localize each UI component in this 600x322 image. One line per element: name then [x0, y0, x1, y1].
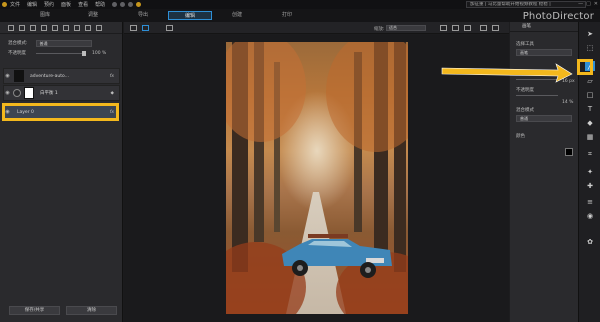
layer-mask-thumbnail: [14, 70, 24, 82]
brush-blend-dropdown[interactable]: 普通: [516, 115, 572, 122]
adjust-layer-icon[interactable]: [41, 24, 47, 31]
opacity-row: 不透明度 100 %: [0, 48, 122, 58]
panel-title: 画笔: [510, 22, 578, 32]
menu-file[interactable]: 文件: [10, 1, 20, 8]
zoom-dropdown[interactable]: 适合: [386, 25, 426, 31]
brush-opacity-slider[interactable]: [516, 95, 558, 96]
blend-mode-label: 混合模式:: [8, 41, 28, 46]
single-view-icon[interactable]: [142, 25, 149, 31]
crop-icon[interactable]: ⌗: [586, 150, 594, 158]
grid-icon[interactable]: [166, 25, 173, 31]
tab-edit[interactable]: 编辑: [168, 11, 212, 20]
blend-label: 混合模式: [516, 108, 534, 113]
app-logo-icon: [2, 2, 7, 7]
layer-row[interactable]: ◉ 白平衡 1 ◆: [3, 85, 120, 101]
settings-icon[interactable]: ✿: [586, 238, 594, 246]
duplicate-layer-icon[interactable]: [19, 24, 25, 31]
foliage: [326, 42, 408, 152]
color-label: 颜色: [516, 134, 525, 139]
layer-options-icon[interactable]: [85, 24, 91, 31]
adjust-settings-icon[interactable]: ◆: [111, 91, 114, 96]
text-icon[interactable]: T: [586, 105, 594, 113]
zoom-icon[interactable]: [480, 25, 487, 31]
close-icon[interactable]: ✕: [594, 1, 598, 7]
minimize-icon[interactable]: —: [578, 1, 583, 7]
select-tool-label: 选择工具: [516, 42, 534, 47]
flip-icon[interactable]: [464, 25, 471, 31]
canvas-toolbar: 缩放: 适合: [124, 22, 509, 34]
compare-icon[interactable]: [130, 25, 137, 31]
adjustment-icon: [13, 89, 21, 97]
maximize-icon[interactable]: □: [586, 1, 591, 7]
layers-toolbar: [0, 22, 122, 34]
lock-layer-icon[interactable]: [74, 24, 80, 31]
color-swatch[interactable]: [565, 148, 573, 156]
red-eye-icon[interactable]: ◉: [586, 212, 594, 220]
menu-panel[interactable]: 面板: [61, 1, 71, 8]
window-controls: — □ ✕: [578, 1, 598, 7]
layer-mask-icon[interactable]: [30, 24, 36, 31]
fill-icon[interactable]: ◆: [586, 119, 594, 127]
tab-library[interactable]: 图库: [30, 11, 60, 20]
gradient-icon[interactable]: ▦: [586, 133, 594, 141]
blend-mode-dropdown[interactable]: 普通: [35, 39, 92, 47]
foliage: [226, 42, 306, 142]
tab-adjust[interactable]: 调整: [78, 11, 108, 20]
tab-guided[interactable]: 导出: [128, 11, 158, 20]
zoom-label: 缩放:: [374, 27, 385, 32]
brand-title: PhotoDirector: [522, 11, 594, 22]
layer-mask-thumbnail: [24, 87, 34, 99]
layer-name: adventure-auto...: [30, 73, 69, 79]
clear-button[interactable]: 清除: [66, 306, 117, 315]
brush-opacity-value: 14 %: [562, 100, 574, 105]
home-icon[interactable]: [112, 2, 118, 7]
annotation-arrow-icon: [441, 63, 573, 83]
photo-canvas[interactable]: [226, 42, 408, 314]
tab-print[interactable]: 打印: [272, 11, 302, 20]
heal-icon[interactable]: ✚: [586, 182, 594, 190]
layer-highlight-box: [2, 103, 119, 121]
blend-mode-row: 混合模式: 普通: [0, 38, 122, 48]
delete-layer-icon[interactable]: [96, 24, 102, 31]
new-layer-icon[interactable]: [8, 24, 14, 31]
blue-car: [282, 234, 392, 278]
cursor-icon[interactable]: ➤: [586, 30, 594, 38]
tab-create[interactable]: 创建: [222, 11, 252, 20]
undo-icon[interactable]: [120, 2, 126, 7]
notice-banner[interactable]: 加征重 | 马比量帮助开始视频教程 稳稳 |: [466, 1, 586, 8]
layers-panel: 混合模式: 普通 不透明度 100 %: [0, 22, 123, 322]
menu-help[interactable]: 帮助: [95, 1, 105, 8]
eye-icon[interactable]: ◉: [4, 90, 11, 96]
rotate-left-icon[interactable]: [440, 25, 447, 31]
eraser-icon[interactable]: ▱: [586, 77, 594, 85]
select-icon[interactable]: ⬚: [586, 44, 594, 52]
group-layer-icon[interactable]: [52, 24, 58, 31]
crop-rect-icon[interactable]: □: [586, 91, 594, 99]
rotate-right-icon[interactable]: [452, 25, 459, 31]
upgrade-icon[interactable]: [136, 2, 142, 7]
menu-edit[interactable]: 编辑: [27, 1, 37, 8]
fx-icon[interactable]: fx: [110, 74, 114, 79]
redo-icon[interactable]: [128, 2, 134, 7]
layer-row[interactable]: ◉ adventure-auto... fx: [3, 68, 242, 123]
eye-icon[interactable]: ◉: [4, 73, 11, 79]
opacity-slider-knob[interactable]: [82, 50, 86, 56]
save-share-button[interactable]: 保存/共享: [9, 306, 60, 315]
menu-preset[interactable]: 预约: [44, 1, 54, 8]
layer-name: 白平衡 1: [40, 91, 58, 96]
opacity-value: 100 %: [92, 50, 107, 56]
menu-view[interactable]: 查看: [78, 1, 88, 8]
brush-dropdown[interactable]: 画笔: [516, 49, 572, 56]
opacity-slider[interactable]: [36, 50, 86, 56]
pan-icon[interactable]: [492, 25, 499, 31]
module-tab-bar: 图库 调整 导出 编辑 创建 打印: [0, 9, 600, 22]
adjust-icon[interactable]: ≡: [586, 198, 594, 206]
opacity-label: 不透明度: [8, 51, 26, 56]
magic-wand-icon[interactable]: ✦: [586, 168, 594, 176]
merge-layer-icon[interactable]: [63, 24, 69, 31]
